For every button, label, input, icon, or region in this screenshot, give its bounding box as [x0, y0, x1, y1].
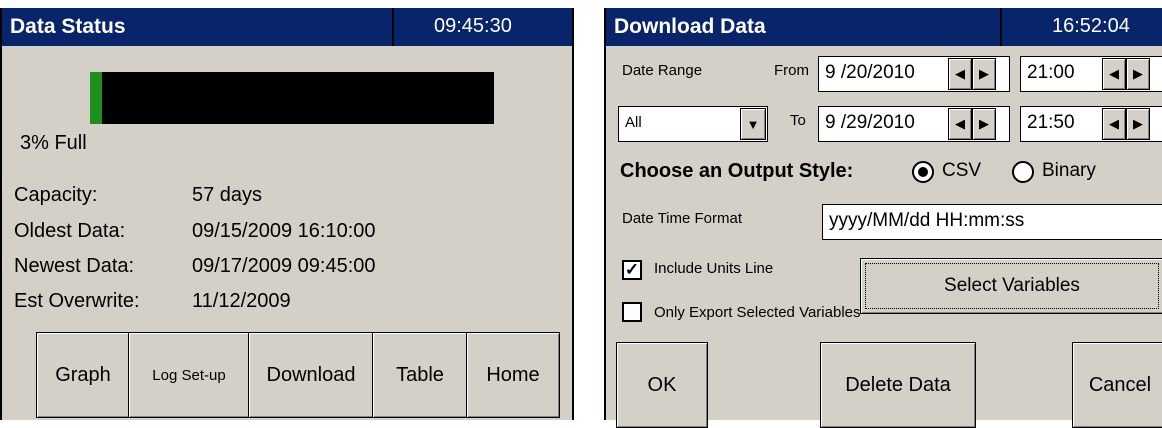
from-label: From [774, 62, 809, 79]
oldest-data-value: 09/15/2009 16:10:00 [192, 220, 376, 242]
cancel-button[interactable]: Cancel [1072, 342, 1162, 428]
only-export-label: Only Export Selected Variables [654, 304, 861, 321]
data-status-clock: 09:45:30 [434, 15, 512, 37]
to-time-right-arrow-icon[interactable]: ▶ [1126, 108, 1150, 140]
to-date-right-arrow-icon[interactable]: ▶ [972, 108, 996, 140]
select-variables-button[interactable]: Select Variables [860, 258, 1162, 314]
csv-radio[interactable] [912, 161, 934, 183]
oldest-data-label: Oldest Data: [14, 220, 126, 242]
datetime-format-label: Date Time Format [622, 210, 743, 227]
data-status-titlebar: Data Status 09:45:30 [2, 8, 572, 46]
datetime-format-field[interactable]: yyyy/MM/dd HH:mm:ss [822, 204, 1162, 240]
download-data-clock: 16:52:04 [1052, 15, 1130, 37]
from-date-left-arrow-icon[interactable]: ◀ [948, 58, 972, 90]
capacity-value: 57 days [192, 184, 263, 206]
focus-outline [865, 263, 1159, 309]
include-units-checkbox[interactable]: ✓ [622, 260, 642, 280]
titlebar-divider [1000, 8, 1002, 46]
graph-button[interactable]: Graph [36, 332, 130, 418]
data-status-title: Data Status [10, 15, 126, 38]
data-status-panel: Data Status 09:45:30 3% Full Capacity: 5… [0, 8, 574, 420]
download-data-title: Download Data [614, 15, 766, 38]
table-button[interactable]: Table [372, 332, 468, 418]
ok-button[interactable]: OK [616, 342, 708, 428]
to-date-left-arrow-icon[interactable]: ◀ [948, 108, 972, 140]
storage-fill-bar [90, 72, 494, 124]
output-style-label: Choose an Output Style: [620, 160, 854, 182]
from-time-left-arrow-icon[interactable]: ◀ [1102, 58, 1126, 90]
newest-data-label: Newest Data: [14, 255, 135, 277]
date-range-label: Date Range [622, 62, 703, 79]
csv-label: CSV [942, 160, 982, 181]
download-data-panel: Download Data 16:52:04 Date Range From 9… [604, 8, 1162, 428]
delete-data-button[interactable]: Delete Data [820, 342, 976, 428]
download-data-titlebar: Download Data 16:52:04 [606, 8, 1162, 46]
from-time-right-arrow-icon[interactable]: ▶ [1126, 58, 1150, 90]
newest-data-value: 09/17/2009 09:45:00 [192, 255, 376, 277]
range-dropdown-icon[interactable]: ▼ [740, 108, 766, 140]
est-overwrite-label: Est Overwrite: [14, 290, 140, 312]
titlebar-divider [392, 8, 394, 46]
home-button[interactable]: Home [466, 332, 560, 418]
radio-selected-dot [918, 167, 928, 177]
binary-radio[interactable] [1012, 161, 1034, 183]
est-overwrite-value: 11/12/2009 [192, 290, 291, 312]
download-button[interactable]: Download [248, 332, 374, 418]
to-label: To [790, 112, 806, 129]
capacity-label: Capacity: [14, 184, 98, 206]
binary-label: Binary [1042, 160, 1096, 181]
from-date-right-arrow-icon[interactable]: ▶ [972, 58, 996, 90]
only-export-checkbox[interactable] [622, 302, 642, 322]
fill-percent-label: 3% Full [20, 132, 87, 154]
log-setup-button[interactable]: Log Set-up [128, 332, 250, 418]
storage-fill-level [90, 72, 103, 124]
to-time-left-arrow-icon[interactable]: ◀ [1102, 108, 1126, 140]
include-units-label: Include Units Line [654, 260, 774, 277]
